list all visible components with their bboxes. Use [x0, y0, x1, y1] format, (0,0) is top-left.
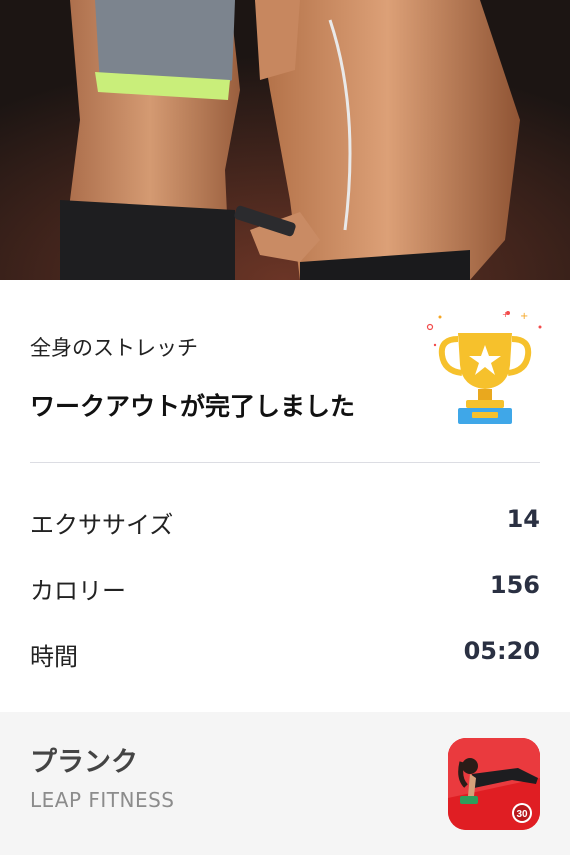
trophy-icon: + + [426, 310, 542, 424]
hero-photo-illustration [0, 0, 570, 280]
stat-label-time: 時間 [30, 643, 78, 671]
workout-summary-card: 全身のストレッチ ワークアウトが完了しました + + エクササイズ 14 カロリ… [0, 280, 570, 712]
promo-developer: LEAP FITNESS [30, 788, 175, 812]
stat-label-calories: カロリー [30, 577, 126, 605]
svg-text:+: + [520, 311, 528, 322]
stat-label-exercises: エクササイズ [30, 511, 174, 539]
plank-figure-illustration: 30 [448, 738, 540, 830]
plank-app-icon[interactable]: 30 [448, 738, 540, 830]
hero-image [0, 0, 570, 280]
promo-app-title: プランク [30, 747, 138, 778]
completed-message: ワークアウトが完了しました [30, 392, 356, 421]
app-icon-badge: 30 [516, 809, 528, 820]
stat-value-time: 05:20 [463, 637, 540, 665]
stat-value-calories: 156 [489, 571, 540, 599]
divider [30, 462, 540, 463]
app-promo-banner[interactable]: プランク LEAP FITNESS 30 [0, 712, 570, 855]
svg-text:+: + [502, 310, 509, 319]
workout-name: 全身のストレッチ [30, 336, 198, 360]
stat-value-exercises: 14 [506, 505, 540, 533]
